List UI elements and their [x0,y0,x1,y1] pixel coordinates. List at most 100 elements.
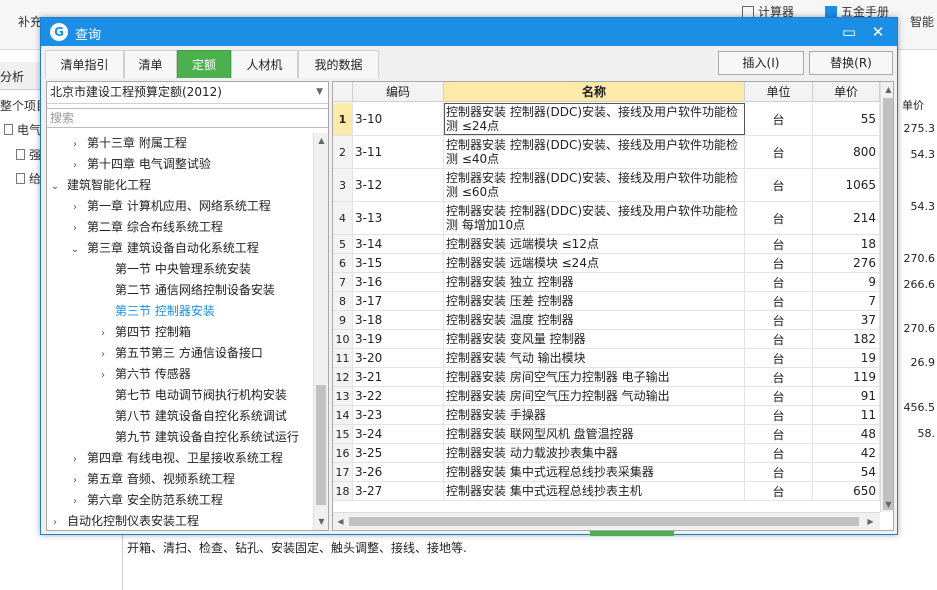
row-code[interactable]: 3-17 [353,292,444,310]
table-row[interactable]: 5 3-14 控制器安装 远端模块 ≤12点台 18 [333,235,880,254]
tree-item[interactable]: › 第一章 计算机应用、网络系统工程 [69,196,271,217]
scroll-up-icon[interactable]: ▲ [314,133,329,148]
row-code[interactable]: 3-24 [353,425,444,443]
table-row[interactable]: 17 3-26 控制器安装 集中式远程总线抄表采集器台 54 [333,463,880,482]
row-unit[interactable]: 台 [745,202,813,234]
row-code[interactable]: 3-21 [353,368,444,386]
analysis-tab[interactable]: 分析 [0,62,40,90]
table-row[interactable]: 13 3-22 控制器安装 房间空气压力控制器 气动输出台 91 [333,387,880,406]
table-row[interactable]: 7 3-16 控制器安装 独立 控制器台 9 [333,273,880,292]
tree-item[interactable]: › 第四章 有线电视、卫星接收系统工程 [69,448,283,469]
row-price[interactable]: 119 [813,368,880,386]
row-name[interactable]: 控制器安装 手操器 [444,406,745,424]
row-unit[interactable]: 台 [745,235,813,253]
row-unit[interactable]: 台 [745,387,813,405]
row-price[interactable]: 91 [813,387,880,405]
row-code[interactable]: 3-20 [353,349,444,367]
row-number[interactable]: 16 [333,444,353,462]
table-row[interactable]: 8 3-17 控制器安装 压差 控制器台 7 [333,292,880,311]
row-price[interactable]: 55 [813,103,880,135]
row-price[interactable]: 9 [813,273,880,291]
table-scroll-thumb[interactable] [883,98,893,510]
row-name[interactable]: 控制器安装 控制器(DDC)安装、接线及用户软件功能检测 ≤24点 [444,103,745,135]
chevron-right-icon[interactable]: › [69,491,81,512]
tree-item[interactable]: › 第十三章 附属工程 [69,133,187,154]
row-price[interactable]: 276 [813,254,880,272]
project-tree-item[interactable]: 强 [16,146,41,163]
row-number[interactable]: 6 [333,254,353,272]
row-number[interactable]: 15 [333,425,353,443]
row-code[interactable]: 3-18 [353,311,444,329]
table-row[interactable]: 10 3-19 控制器安装 变风量 控制器台 182 [333,330,880,349]
row-name[interactable]: 控制器安装 压差 控制器 [444,292,745,310]
row-name[interactable]: 控制器安装 远端模块 ≤12点 [444,235,745,253]
row-name[interactable]: 控制器安装 变风量 控制器 [444,330,745,348]
search-input[interactable]: 搜索 [47,108,328,128]
tree-item[interactable]: 第一节 中央管理系统安装 [97,259,251,280]
table-row[interactable]: 9 3-18 控制器安装 温度 控制器台 37 [333,311,880,330]
tree-item[interactable]: 第八节 建筑设备自控化系统调试 [97,406,287,427]
row-name[interactable]: 控制器安装 集中式远程总线抄表采集器 [444,463,745,481]
tab-list[interactable]: 清单 [124,50,177,78]
toolbar-supplement[interactable]: 补充 [18,13,42,30]
chevron-right-icon[interactable]: › [69,134,81,155]
row-number[interactable]: 11 [333,349,353,367]
toolbar-smart[interactable]: 智能 [910,13,934,30]
tab-labor-material-machine[interactable]: 人材机 [231,50,298,78]
quota-library-select[interactable]: 北京市建设工程预算定额(2012) ▼ [47,82,328,104]
row-code[interactable]: 3-15 [353,254,444,272]
row-unit[interactable]: 台 [745,425,813,443]
tree-item[interactable]: 第二节 通信网络控制设备安装 [97,280,275,301]
row-unit[interactable]: 台 [745,349,813,367]
row-unit[interactable]: 台 [745,103,813,135]
chevron-right-icon[interactable]: › [97,344,109,365]
tab-my-data[interactable]: 我的数据 [298,50,379,78]
table-horizontal-scrollbar[interactable]: ◀ ▶ [333,512,880,529]
tree-vertical-scrollbar[interactable]: ▲ ▼ [313,133,328,530]
column-header-code[interactable]: 编码 [353,82,444,102]
chevron-right-icon[interactable]: › [69,197,81,218]
tree-item[interactable]: 第九节 建筑设备自控化系统试运行 [97,427,299,448]
row-unit[interactable]: 台 [745,311,813,329]
tree-item[interactable]: › 第六节 传感器 [97,364,191,385]
column-header-unit[interactable]: 单位 [745,82,813,102]
row-number[interactable]: 8 [333,292,353,310]
row-code[interactable]: 3-10 [353,103,444,135]
row-price[interactable]: 182 [813,330,880,348]
row-number[interactable]: 1 [333,103,353,135]
chevron-right-icon[interactable]: › [97,323,109,344]
row-number[interactable]: 3 [333,169,353,201]
tree-item[interactable]: ⌄ 建筑智能化工程 [49,175,151,196]
row-code[interactable]: 3-13 [353,202,444,234]
tree-item[interactable]: › 第二章 综合布线系统工程 [69,217,223,238]
chevron-down-icon[interactable]: ⌄ [49,176,61,197]
project-tree-item[interactable]: 电气 [4,121,41,138]
table-row[interactable]: 14 3-23 控制器安装 手操器台 11 [333,406,880,425]
row-code[interactable]: 3-12 [353,169,444,201]
insert-button[interactable]: 插入(I) [718,51,804,75]
column-header-price[interactable]: 单价 [813,82,880,102]
row-price[interactable]: 7 [813,292,880,310]
row-price[interactable]: 18 [813,235,880,253]
row-name[interactable]: 控制器安装 控制器(DDC)安装、接线及用户软件功能检测 每增加10点 [444,202,745,234]
row-number[interactable]: 14 [333,406,353,424]
close-icon[interactable]: ✕ [867,21,889,43]
row-number[interactable]: 18 [333,482,353,500]
tree-item[interactable]: ⌄ 第三章 建筑设备自动化系统工程 [69,238,259,259]
scroll-up-icon[interactable]: ▲ [881,82,893,97]
chevron-right-icon[interactable]: › [49,512,61,530]
table-row[interactable]: 15 3-24 控制器安装 联网型风机 盘管温控器台 48 [333,425,880,444]
row-number[interactable]: 7 [333,273,353,291]
scroll-down-icon[interactable]: ▼ [881,497,893,512]
panel-splitter-handle[interactable] [590,531,674,536]
row-code[interactable]: 3-14 [353,235,444,253]
scroll-right-icon[interactable]: ▶ [863,514,878,529]
row-number[interactable]: 2 [333,136,353,168]
row-number[interactable]: 17 [333,463,353,481]
row-number[interactable]: 10 [333,330,353,348]
row-unit[interactable]: 台 [745,169,813,201]
table-row[interactable]: 2 3-11 控制器安装 控制器(DDC)安装、接线及用户软件功能检测 ≤40点台 8… [333,136,880,169]
row-number[interactable]: 9 [333,311,353,329]
row-name[interactable]: 控制器安装 温度 控制器 [444,311,745,329]
row-price[interactable]: 1065 [813,169,880,201]
